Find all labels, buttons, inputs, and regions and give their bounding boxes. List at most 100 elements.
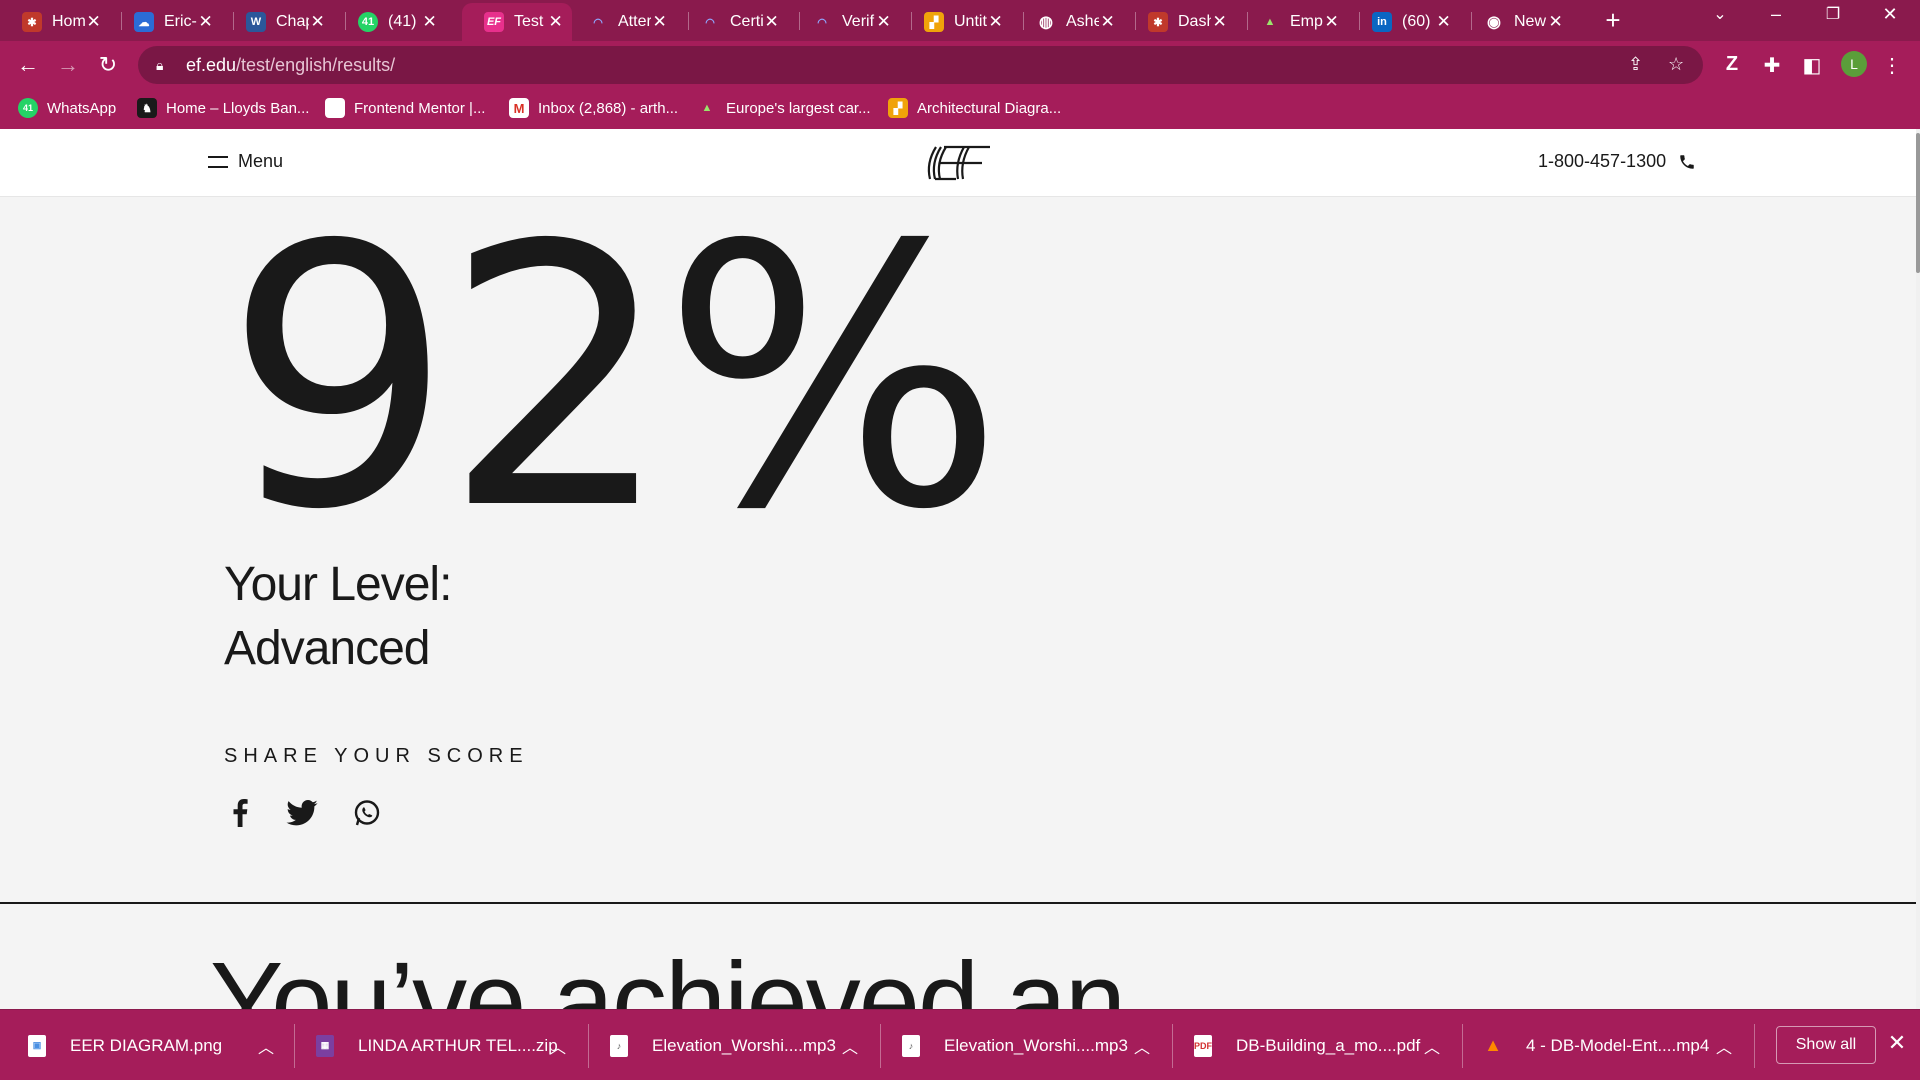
browser-tab[interactable]: W Chap ✕ xyxy=(224,3,334,41)
address-bar[interactable]: 🔒︎ ef.edu/test/english/results/ ⇪ ☆ xyxy=(138,46,1703,84)
tab-close-icon[interactable]: ✕ xyxy=(1211,12,1228,32)
lock-icon[interactable]: 🔒︎ xyxy=(156,57,172,74)
phone-icon xyxy=(1680,154,1694,169)
tab-close-icon[interactable]: ✕ xyxy=(651,12,668,32)
facebook-icon xyxy=(233,799,248,827)
browser-tab[interactable]: ✱ Hom ✕ xyxy=(0,3,110,41)
tab-search-chevron-icon[interactable]: ⌄ xyxy=(1700,4,1740,24)
download-item[interactable]: ♪ Elevation_Worshi....mp3 ︿ xyxy=(902,1010,1150,1080)
level-label: Your Level: xyxy=(224,558,452,611)
download-options-chevron-icon[interactable]: ︿ xyxy=(1132,1034,1152,1058)
page-scrollbar[interactable] xyxy=(1916,129,1920,1009)
bookmark-lloyds[interactable]: ♞ Home – Lloyds Ban... xyxy=(137,98,309,118)
bookmark-star-icon[interactable]: ☆ xyxy=(1668,54,1684,75)
diagram-icon: ▞ xyxy=(924,12,944,32)
rainbow-icon: ◠ xyxy=(593,16,603,29)
browser-tab-active[interactable]: EF Test y ✕ xyxy=(462,3,572,41)
download-item[interactable]: ♪ Elevation_Worshi....mp3 ︿ xyxy=(610,1010,858,1080)
tab-close-icon[interactable]: ✕ xyxy=(1435,12,1452,32)
download-shelf: ▣ EER DIAGRAM.png ︿ ▦ LINDA ARTHUR TEL..… xyxy=(0,1009,1920,1080)
tab-close-icon[interactable]: ✕ xyxy=(547,12,564,32)
bookmark-frontend-mentor[interactable]: Frontend Mentor |... xyxy=(325,98,485,118)
bookmark-label: Inbox (2,868) - arth... xyxy=(538,99,679,117)
download-options-chevron-icon[interactable]: ︿ xyxy=(1422,1034,1442,1058)
browser-tab[interactable]: ▞ Untit ✕ xyxy=(902,3,1012,41)
download-options-chevron-icon[interactable]: ︿ xyxy=(840,1034,860,1058)
download-separator xyxy=(1462,1024,1463,1068)
close-download-shelf-icon[interactable]: ✕ xyxy=(1885,1030,1909,1056)
reload-button[interactable]: ↻ xyxy=(94,51,122,79)
extensions-puzzle-icon[interactable]: ✚ xyxy=(1760,53,1784,78)
tab-title: (60) I xyxy=(1402,13,1435,30)
back-button[interactable]: ← xyxy=(14,51,42,79)
tab-close-icon[interactable]: ✕ xyxy=(1323,12,1340,32)
diagram-icon: ▞ xyxy=(888,98,908,118)
new-tab-button[interactable]: + xyxy=(1598,6,1628,36)
pdf-file-icon: PDF xyxy=(1194,1034,1212,1057)
onedrive-icon: ☁ xyxy=(134,12,154,32)
show-all-downloads-button[interactable]: Show all xyxy=(1776,1026,1876,1064)
share-icon[interactable]: ⇪ xyxy=(1628,54,1643,75)
download-item[interactable]: ▦ LINDA ARTHUR TEL....zip ︿ xyxy=(316,1010,566,1080)
bookmark-architectural-diagram[interactable]: ▞ Architectural Diagra... xyxy=(888,98,1061,118)
minimize-button[interactable]: – xyxy=(1756,4,1796,25)
tab-close-icon[interactable]: ✕ xyxy=(875,12,892,32)
browser-tab[interactable]: 41 (41) V ✕ xyxy=(336,3,446,41)
globe-icon: ◍ xyxy=(1039,14,1053,31)
hamburger-icon xyxy=(208,155,228,168)
browser-tab[interactable]: ◉ New ✕ xyxy=(1462,3,1572,41)
tab-title: Untit xyxy=(954,13,987,30)
scrollbar-thumb[interactable] xyxy=(1916,133,1920,273)
phone-link[interactable]: 1-800-457-1300 xyxy=(1538,151,1696,172)
restore-button[interactable]: ❐ xyxy=(1813,4,1853,24)
download-filename: DB-Building_a_mo....pdf xyxy=(1236,1035,1421,1055)
browser-tab[interactable]: in (60) I ✕ xyxy=(1350,3,1460,41)
bookmark-label: WhatsApp xyxy=(47,99,117,117)
whatsapp-share-button[interactable] xyxy=(351,797,383,829)
side-panel-icon[interactable]: ◧ xyxy=(1800,53,1824,78)
url-text[interactable]: ef.edu/test/english/results/ xyxy=(186,55,395,76)
profile-avatar[interactable]: L xyxy=(1841,51,1867,77)
share-heading: SHARE YOUR SCORE xyxy=(224,745,529,767)
forward-button[interactable]: → xyxy=(54,51,82,79)
tab-favicon-icon: ✱ xyxy=(22,12,42,32)
browser-tab[interactable]: ◠ Atter ✕ xyxy=(566,3,676,41)
tab-close-icon[interactable]: ✕ xyxy=(85,12,102,32)
browser-toolbar: ← → ↻ 🔒︎ ef.edu/test/english/results/ ⇪ … xyxy=(0,41,1920,89)
tab-close-icon[interactable]: ✕ xyxy=(763,12,780,32)
download-separator xyxy=(1754,1024,1755,1068)
tab-title: Atter xyxy=(618,13,652,30)
tab-title: Eric-I xyxy=(164,13,197,30)
bookmark-gmail[interactable]: M Inbox (2,868) - arth... xyxy=(509,98,678,118)
download-options-chevron-icon[interactable]: ︿ xyxy=(548,1034,568,1058)
download-options-chevron-icon[interactable]: ︿ xyxy=(256,1034,276,1058)
browser-tab[interactable]: ✱ Dash ✕ xyxy=(1126,3,1236,41)
extension-z-icon[interactable]: Z xyxy=(1720,53,1744,76)
facebook-share-button[interactable] xyxy=(224,797,256,829)
kebab-menu-icon[interactable]: ⋮ xyxy=(1880,53,1904,78)
download-item[interactable]: PDF DB-Building_a_mo....pdf ︿ xyxy=(1194,1010,1440,1080)
download-item[interactable]: ▣ EER DIAGRAM.png ︿ xyxy=(28,1010,274,1080)
download-item[interactable]: ▲ 4 - DB-Model-Ent....mp4 ︿ xyxy=(1484,1010,1732,1080)
linkedin-icon: in xyxy=(1372,12,1392,32)
tab-close-icon[interactable]: ✕ xyxy=(197,12,214,32)
browser-tab[interactable]: ◍ Ashe ✕ xyxy=(1014,3,1124,41)
browser-tab[interactable]: ☁ Eric-I ✕ xyxy=(112,3,222,41)
bookmark-europe-car[interactable]: ▲ Europe's largest car... xyxy=(697,98,871,118)
browser-tab[interactable]: ▲ Empl ✕ xyxy=(1238,3,1348,41)
browser-tab[interactable]: ◠ Verifi ✕ xyxy=(790,3,900,41)
download-options-chevron-icon[interactable]: ︿ xyxy=(1714,1034,1734,1058)
download-separator xyxy=(588,1024,589,1068)
browser-tab[interactable]: ◠ Certi ✕ xyxy=(678,3,788,41)
tab-close-icon[interactable]: ✕ xyxy=(1547,12,1564,32)
tab-title: Chap xyxy=(276,13,309,30)
tab-title: Verifi xyxy=(842,13,876,30)
tab-close-icon[interactable]: ✕ xyxy=(309,12,326,32)
bookmark-label: Frontend Mentor |... xyxy=(354,99,486,117)
tab-close-icon[interactable]: ✕ xyxy=(1099,12,1116,32)
tab-close-icon[interactable]: ✕ xyxy=(987,12,1004,32)
tab-close-icon[interactable]: ✕ xyxy=(421,12,438,32)
close-window-button[interactable]: ✕ xyxy=(1870,4,1910,25)
bookmark-whatsapp[interactable]: 41 WhatsApp xyxy=(18,98,116,118)
twitter-share-button[interactable] xyxy=(286,797,318,829)
